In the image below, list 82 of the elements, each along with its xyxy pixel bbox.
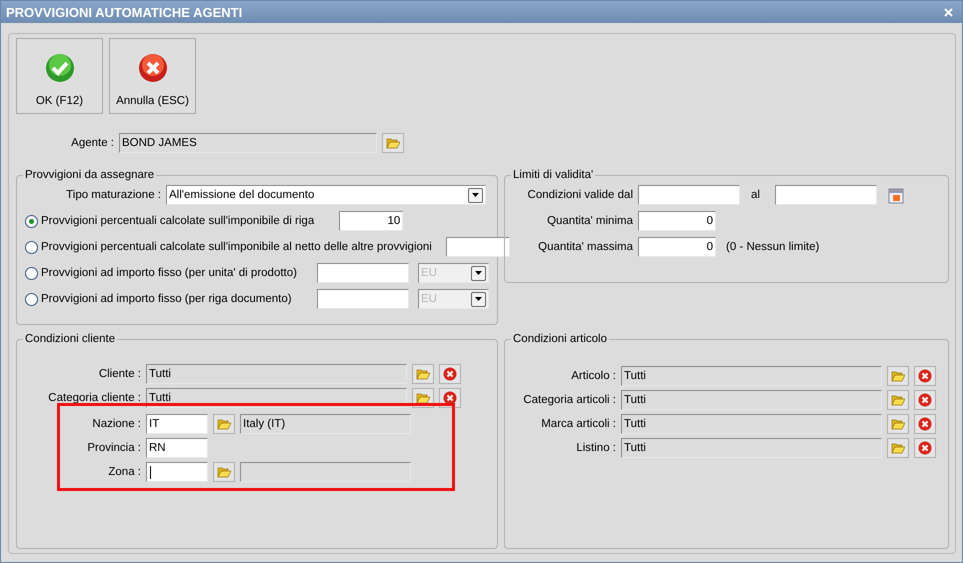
close-icon: [443, 367, 457, 381]
clear-button[interactable]: [439, 364, 461, 384]
group-title: Provvigioni da assegnare: [24, 169, 156, 181]
lookup-field[interactable]: Tutti: [146, 364, 407, 384]
close-icon: [918, 369, 932, 383]
folder-button[interactable]: [887, 390, 909, 410]
folder-button[interactable]: [213, 414, 235, 434]
clear-button[interactable]: [914, 414, 936, 434]
folder-icon: [217, 466, 231, 478]
quantity-field[interactable]: 0: [638, 211, 716, 231]
checkmark-icon: [44, 53, 74, 83]
field-label: Tipo maturazione :: [65, 189, 161, 201]
folder-icon: [416, 368, 430, 380]
radio-button[interactable]: [25, 214, 38, 228]
folder-icon: [217, 418, 231, 430]
field-label: Nazione :: [91, 418, 141, 430]
date-field[interactable]: [638, 185, 740, 205]
field-label: Quantita' massima: [537, 241, 633, 253]
group-title: Condizioni articolo: [512, 333, 608, 345]
field-label: Cliente :: [98, 368, 141, 380]
quantity-field[interactable]: 0: [638, 237, 716, 257]
option-label: Provvigioni percentuali calcolate sull'imponibile al netto delle altre provvigioni: [41, 241, 432, 253]
field-label: Agente :: [70, 137, 114, 149]
nation-field[interactable]: IT: [146, 414, 208, 434]
field-label: Categoria cliente :: [47, 392, 141, 404]
window-title: PROVVIGIONI AUTOMATICHE AGENTI: [6, 4, 242, 20]
agent-field[interactable]: BOND JAMES: [119, 133, 377, 153]
clear-button[interactable]: [914, 438, 936, 458]
radio-button[interactable]: [25, 266, 38, 280]
folder-icon: [891, 394, 905, 406]
close-icon: [918, 441, 932, 455]
folder-button[interactable]: [213, 462, 235, 482]
lookup-field[interactable]: Tutti: [621, 414, 882, 434]
province-field[interactable]: RN: [146, 438, 208, 458]
lookup-field[interactable]: Tutti: [621, 390, 882, 410]
close-icon: [918, 417, 932, 431]
folder-button[interactable]: [887, 366, 909, 386]
cross-icon: [138, 53, 168, 83]
date-field[interactable]: [774, 185, 877, 205]
hint-text: (0 - Nessun limite): [726, 241, 820, 253]
ok-button[interactable]: OK (F12): [16, 38, 103, 114]
clear-button[interactable]: [914, 390, 936, 410]
group-title: Condizioni cliente: [24, 333, 116, 345]
clear-button[interactable]: [914, 366, 936, 386]
option-label: Provvigioni percentuali calcolate sull'imponibile di riga: [41, 215, 314, 227]
amount-field[interactable]: [317, 263, 409, 283]
calendar-icon[interactable]: [888, 186, 904, 204]
field-label: Zona :: [107, 466, 141, 478]
percent-field[interactable]: 10: [339, 211, 404, 231]
field-label: Listino :: [575, 442, 616, 454]
accrual-dropdown[interactable]: All'emissione del documento: [166, 185, 486, 205]
option-label: Provvigioni ad importo fisso (per riga documento): [41, 293, 292, 305]
field-label: Provincia :: [86, 442, 141, 454]
percent-field[interactable]: [446, 237, 510, 257]
folder-icon: [891, 442, 905, 454]
close-icon: [443, 391, 457, 405]
option-label: Provvigioni ad importo fisso (per unita' di prodotto): [41, 267, 297, 279]
lookup-field[interactable]: Tutti: [621, 366, 882, 386]
field-label: Marca articoli :: [540, 418, 616, 430]
folder-icon: [386, 137, 400, 149]
folder-button[interactable]: [887, 438, 909, 458]
field-label: Condizioni valide dal: [526, 189, 633, 201]
folder-button[interactable]: [887, 414, 909, 434]
folder-button[interactable]: [412, 364, 434, 384]
radio-button[interactable]: [25, 292, 38, 306]
folder-icon: [891, 418, 905, 430]
folder-icon: [416, 392, 430, 404]
field-label: Quantita' minima: [546, 215, 633, 227]
field-label: al: [751, 189, 760, 201]
folder-button[interactable]: [382, 133, 404, 153]
zone-field[interactable]: [146, 462, 208, 482]
close-icon: [918, 393, 932, 407]
close-icon[interactable]: [944, 8, 953, 16]
radio-button[interactable]: [25, 240, 38, 254]
field-label: Articolo :: [570, 370, 616, 382]
group-title: Limiti di validita': [512, 169, 594, 181]
description-field: Italy (IT): [240, 414, 411, 434]
amount-field[interactable]: [317, 289, 409, 309]
folder-icon: [891, 370, 905, 382]
lookup-field[interactable]: Tutti: [621, 438, 882, 458]
field-label: Categoria articoli :: [522, 394, 616, 406]
cancel-button[interactable]: Annulla (ESC): [109, 38, 196, 114]
